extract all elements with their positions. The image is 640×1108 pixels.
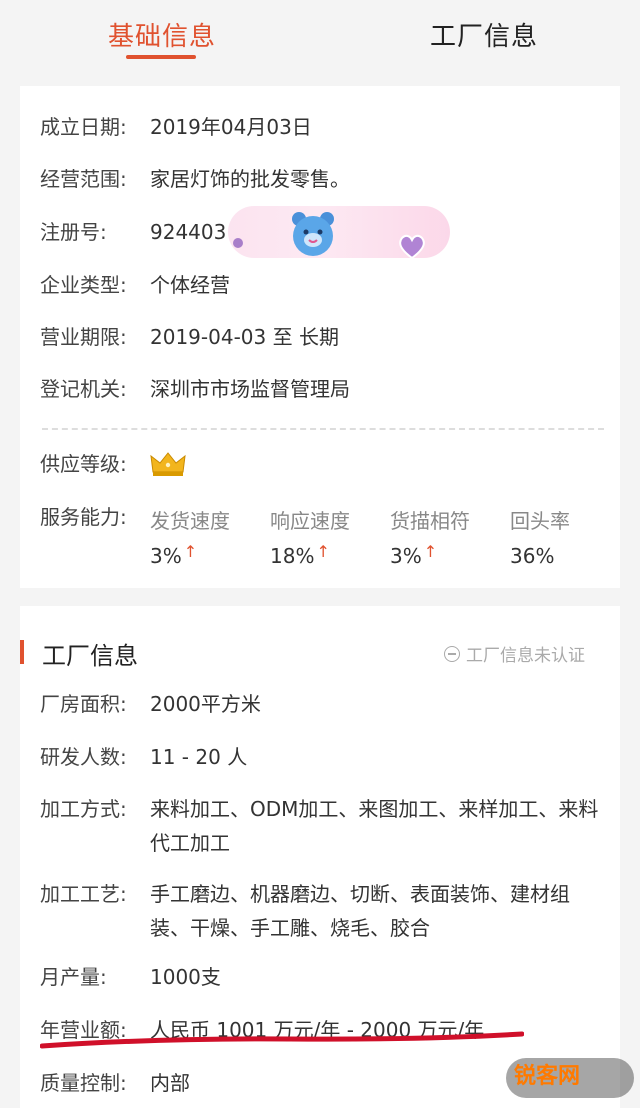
- rd-value: 11 - 20 人: [150, 745, 248, 769]
- scope-label: 经营范围:: [40, 167, 127, 191]
- process-value: 手工磨边、机器磨边、切断、表面装饰、建材组装、干燥、手工雕、烧毛、胶合: [150, 882, 570, 940]
- minus-circle-icon: [444, 646, 460, 662]
- divider: [42, 428, 604, 430]
- up-arrow-icon: ↑: [183, 542, 198, 561]
- reg-row: 注册号: 924403: [40, 220, 226, 244]
- section-accent-bar: [20, 640, 24, 664]
- crown-icon: [150, 452, 186, 476]
- factory-section-title: 工厂信息: [42, 642, 138, 670]
- method-value: 来料加工、ODM加工、来图加工、来样加工、来料代工加工: [150, 797, 599, 855]
- tab-basic-info[interactable]: 基础信息: [108, 16, 216, 53]
- authority-row: 登记机关: 深圳市市场监督管理局: [40, 377, 350, 401]
- output-value: 1000支: [150, 965, 221, 989]
- watermark-brand: 锐客网: [514, 1058, 580, 1090]
- metric-name: 发货速度: [150, 509, 230, 533]
- verification-status: 工厂信息未认证: [444, 641, 585, 666]
- up-arrow-icon: ↑: [423, 542, 438, 561]
- scope-row: 经营范围: 家居灯饰的批发零售。: [40, 167, 350, 191]
- rd-row: 研发人数: 11 - 20 人: [40, 745, 247, 769]
- metric-value: 36%: [510, 544, 555, 568]
- type-label: 企业类型:: [40, 273, 127, 297]
- rd-label: 研发人数:: [40, 745, 127, 769]
- term-label: 营业期限:: [40, 325, 127, 349]
- service-row: 服务能力:: [40, 505, 150, 529]
- active-tab-indicator: [126, 55, 196, 59]
- reg-value: 924403: [150, 220, 227, 244]
- metric-value: 3%: [150, 544, 182, 568]
- output-row: 月产量: 1000支: [40, 965, 221, 989]
- metric-value-group: 3% ↑: [390, 542, 438, 568]
- process-row: 加工工艺: 手工磨边、机器磨边、切断、表面装饰、建材组装、干燥、手工雕、烧毛、胶合: [40, 877, 600, 945]
- metric-value: 3%: [390, 544, 422, 568]
- reg-label: 注册号:: [40, 220, 107, 244]
- metric-name: 响应速度: [270, 509, 350, 533]
- method-label: 加工方式:: [40, 797, 127, 821]
- metric-value: 18%: [270, 544, 315, 568]
- service-label: 服务能力:: [40, 505, 127, 529]
- red-underline-annotation: [40, 1031, 524, 1049]
- found-date-row: 成立日期: 2019年04月03日: [40, 115, 312, 139]
- method-row: 加工方式: 来料加工、ODM加工、来图加工、来样加工、来料代工加工: [40, 792, 600, 860]
- tab-factory-info[interactable]: 工厂信息: [430, 16, 538, 53]
- output-label: 月产量:: [40, 965, 107, 989]
- area-value: 2000平方米: [150, 692, 261, 716]
- tab-bar: 基础信息 工厂信息: [0, 0, 640, 80]
- metric-name: 回头率: [510, 509, 570, 533]
- metric-name: 货描相符: [390, 509, 470, 533]
- scope-value: 家居灯饰的批发零售。: [150, 167, 350, 191]
- found-date-label: 成立日期:: [40, 115, 127, 139]
- term-row: 营业期限: 2019-04-03 至 长期: [40, 325, 339, 349]
- sticker-dot: [233, 238, 243, 248]
- heart-sticker-icon: [399, 234, 425, 260]
- metric-value-group: 18% ↑: [270, 542, 330, 568]
- up-arrow-icon: ↑: [316, 542, 330, 561]
- type-row: 企业类型: 个体经营: [40, 273, 230, 297]
- area-label: 厂房面积:: [40, 692, 127, 716]
- authority-value: 深圳市市场监督管理局: [150, 377, 350, 401]
- qc-row: 质量控制: 内部: [40, 1071, 190, 1095]
- type-value: 个体经营: [150, 273, 230, 297]
- verification-status-text: 工厂信息未认证: [466, 646, 585, 666]
- qc-label: 质量控制:: [40, 1071, 127, 1095]
- supply-label: 供应等级:: [40, 452, 127, 476]
- found-date-value: 2019年04月03日: [150, 115, 312, 139]
- metric-value-group: 3% ↑: [150, 542, 198, 568]
- process-label: 加工工艺:: [40, 882, 127, 906]
- metric-value-group: 36%: [510, 544, 554, 568]
- term-value: 2019-04-03 至 长期: [150, 325, 339, 349]
- qc-value: 内部: [150, 1071, 190, 1095]
- supply-row: 供应等级:: [40, 452, 150, 476]
- bear-sticker-icon: [292, 212, 334, 256]
- watermark-text: 锐客网: [514, 1064, 581, 1089]
- area-row: 厂房面积: 2000平方米: [40, 692, 261, 716]
- authority-label: 登记机关:: [40, 377, 127, 401]
